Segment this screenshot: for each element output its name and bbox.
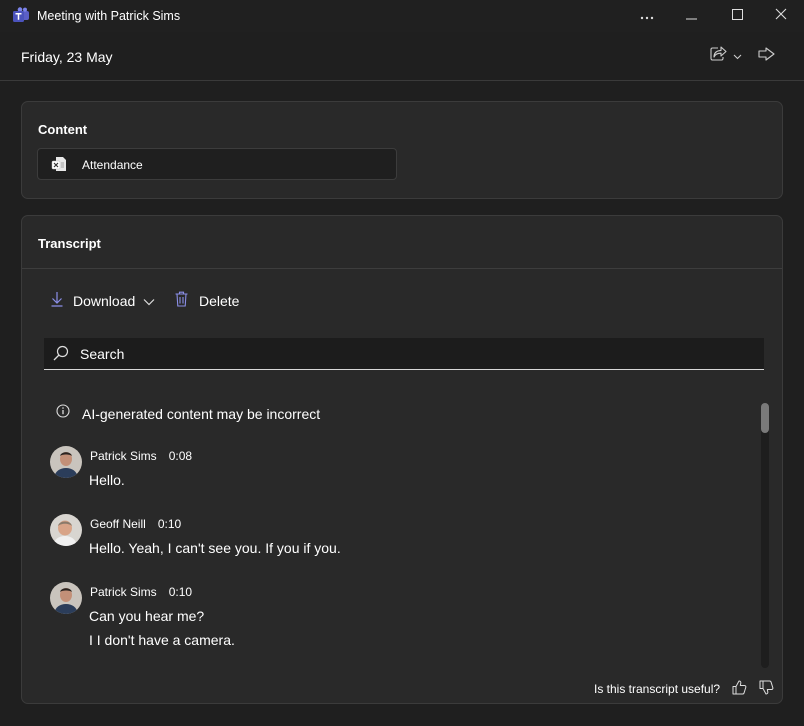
- ai-notice: AI-generated content may be incorrect: [56, 404, 320, 423]
- delete-icon: [175, 291, 188, 310]
- chevron-down-icon: [733, 47, 742, 65]
- content-title: Content: [38, 122, 88, 137]
- content-item-label: Attendance: [82, 158, 143, 172]
- transcript-title: Transcript: [38, 236, 101, 251]
- more-options-icon: [640, 7, 654, 25]
- search-input[interactable]: [80, 344, 740, 364]
- ai-notice-text: AI-generated content may be incorrect: [82, 405, 321, 422]
- content-item-attendance[interactable]: Attendance: [37, 148, 397, 180]
- timestamp: 0:10: [157, 517, 182, 531]
- avatar-patrick-sims[interactable]: [50, 582, 82, 614]
- close-button[interactable]: [758, 0, 804, 32]
- transcript-divider: [22, 268, 782, 269]
- speaker-info: Geoff Neill 0:10: [90, 517, 181, 531]
- speaker-name: Patrick Sims: [90, 585, 157, 599]
- forward-button[interactable]: [758, 44, 776, 68]
- transcript-line: I I don't have a camera.: [89, 632, 235, 648]
- speaker-name: Patrick Sims: [90, 449, 157, 463]
- avatar-patrick-sims[interactable]: [50, 446, 82, 478]
- minimize-button[interactable]: [668, 0, 714, 32]
- speaker-info: Patrick Sims 0:10: [90, 585, 192, 599]
- share-button[interactable]: [710, 44, 742, 68]
- transcript-line: Can you hear me?: [89, 608, 205, 624]
- delete-button[interactable]: Delete: [175, 291, 239, 310]
- delete-label: Delete: [199, 292, 240, 309]
- thumbs-down-icon[interactable]: [759, 680, 774, 698]
- transcript-scrollbar[interactable]: [761, 403, 769, 668]
- transcript-line: Hello. Yeah, I can't see you. If you if …: [89, 540, 341, 556]
- maximize-button[interactable]: [714, 0, 760, 32]
- transcript-line: Hello.: [89, 472, 125, 488]
- scrollbar-thumb[interactable]: [761, 403, 769, 433]
- download-button[interactable]: Download: [51, 291, 155, 310]
- avatar-geoff-neill[interactable]: [50, 514, 82, 546]
- minimize-icon: [685, 7, 697, 25]
- transcript-card: Transcript Download Delete AI-generated …: [21, 215, 783, 704]
- content-card: Content Attendance: [21, 101, 783, 199]
- more-options-button[interactable]: [624, 0, 670, 32]
- timestamp: 0:08: [168, 449, 193, 463]
- maximize-icon: [731, 7, 743, 25]
- transcript-search[interactable]: [44, 338, 764, 370]
- thumbs-up-icon[interactable]: [732, 680, 747, 698]
- speaker-info: Patrick Sims 0:08: [90, 449, 192, 463]
- timestamp: 0:10: [168, 585, 193, 599]
- download-label: Download: [73, 292, 136, 309]
- download-icon: [51, 291, 63, 310]
- info-icon: [56, 404, 70, 423]
- chevron-down-icon: [143, 293, 155, 309]
- search-icon: [53, 345, 69, 366]
- teams-logo-icon: [12, 7, 30, 25]
- meeting-date: Friday, 23 May: [21, 49, 113, 65]
- share-icon: [710, 46, 727, 66]
- speaker-name: Geoff Neill: [90, 517, 146, 531]
- meeting-header: Friday, 23 May: [0, 32, 804, 81]
- excel-file-icon: [51, 156, 67, 177]
- title-bar: Meeting with Patrick Sims: [0, 0, 804, 32]
- feedback-area: Is this transcript useful?: [594, 680, 774, 698]
- feedback-question: Is this transcript useful?: [594, 682, 721, 696]
- close-icon: [775, 7, 787, 25]
- window-title: Meeting with Patrick Sims: [37, 9, 181, 23]
- forward-icon: [758, 46, 776, 66]
